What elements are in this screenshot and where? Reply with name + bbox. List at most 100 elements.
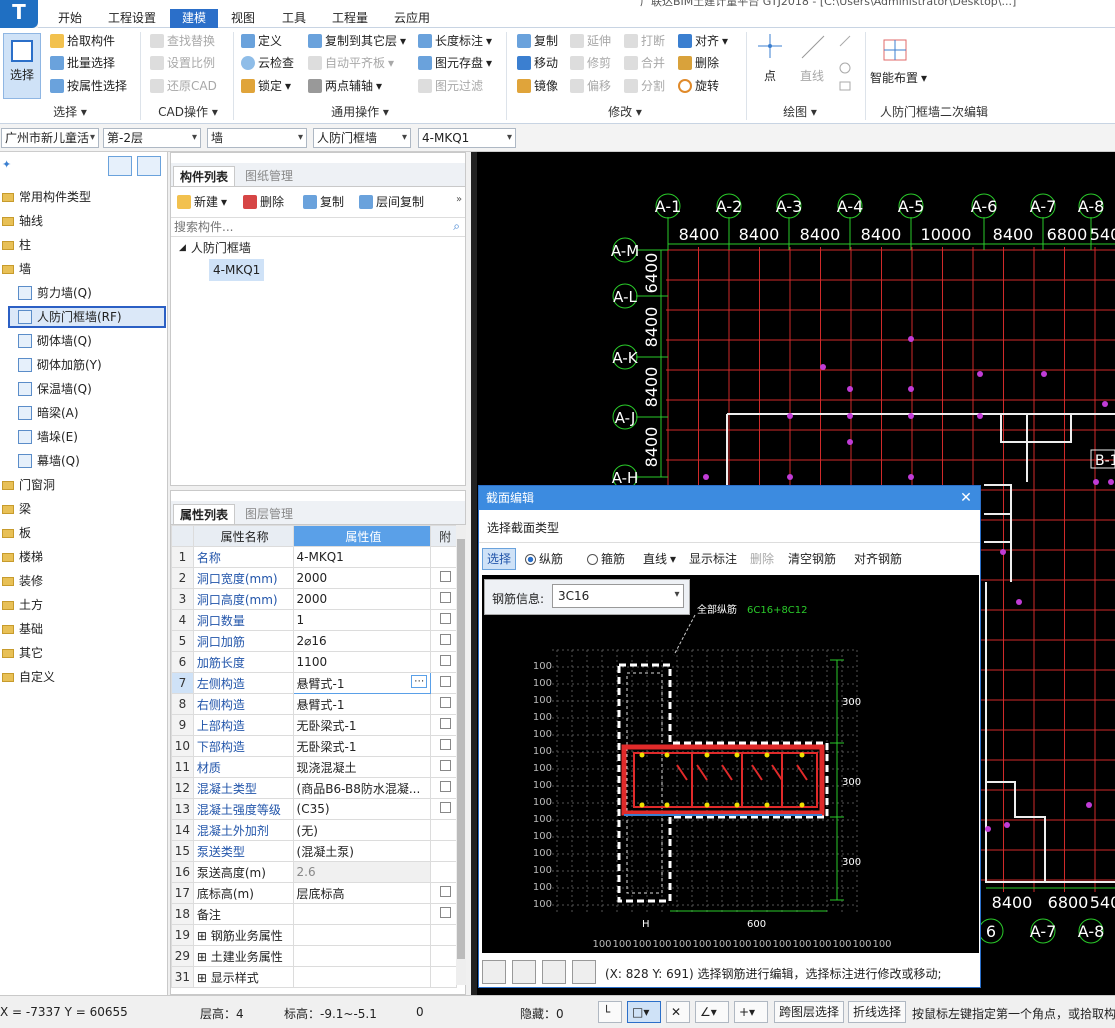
radio-longitudinal[interactable]: 纵筋: [525, 549, 563, 569]
clear-rebar-button[interactable]: 清空钢筋: [788, 549, 836, 569]
tree-item[interactable]: 自定义: [2, 666, 55, 688]
table-row[interactable]: 4 洞口数量 1: [171, 609, 457, 631]
tab-component-list[interactable]: 构件列表: [173, 166, 236, 186]
copy-comp-button[interactable]: 复制: [303, 192, 344, 212]
property-value[interactable]: (C35): [292, 798, 432, 820]
section-type-label[interactable]: 选择截面类型: [487, 519, 559, 536]
polyline-select-button[interactable]: 折线选择: [848, 1001, 907, 1023]
restore-cad-button[interactable]: 还原CAD: [150, 76, 217, 96]
auto-flush-button[interactable]: 自动平齐板 ▾: [308, 53, 394, 73]
attach-checkbox[interactable]: [430, 714, 457, 736]
table-row[interactable]: 13 混凝土强度等级 (C35): [171, 798, 457, 820]
tab-drawing-mgmt[interactable]: 图纸管理: [239, 166, 299, 186]
tree-expand-icon[interactable]: ✦: [2, 158, 11, 171]
table-row[interactable]: 6 加筋长度 1100: [171, 651, 457, 673]
break-button[interactable]: 打断: [624, 31, 665, 51]
tree-node-4-mkq1[interactable]: 4-MKQ1: [209, 259, 265, 281]
attach-checkbox[interactable]: [430, 777, 457, 799]
add-point-icon[interactable]: [572, 960, 596, 984]
tree-item[interactable]: 板: [2, 522, 31, 544]
property-value[interactable]: [292, 945, 432, 967]
tab-modeling[interactable]: 建模: [170, 9, 219, 28]
mirror-button[interactable]: 镜像: [517, 76, 558, 96]
tab-layer-mgmt[interactable]: 图层管理: [239, 504, 299, 524]
floor-copy-button[interactable]: 层间复制: [359, 192, 424, 212]
tab-view[interactable]: 视图: [231, 10, 255, 28]
align-rebar-button[interactable]: 对齐钢筋: [854, 549, 902, 569]
show-dimension-button[interactable]: 显示标注: [689, 549, 737, 569]
attach-checkbox[interactable]: [430, 903, 457, 925]
pick-component-button[interactable]: 拾取构件: [50, 31, 115, 51]
tree-item[interactable]: 梁: [2, 498, 31, 520]
select-tool-button[interactable]: 选择: [482, 548, 517, 570]
table-row[interactable]: 5 洞口加筋 2⌀16: [171, 630, 457, 652]
group-select-label[interactable]: 选择 ▾: [40, 103, 100, 121]
angle-toggle[interactable]: ∠▾: [695, 1001, 729, 1023]
tree-item[interactable]: 保温墙(Q): [18, 378, 92, 400]
table-row[interactable]: 12 混凝土类型 (商品B6-B8防水混凝...: [171, 777, 457, 799]
property-value[interactable]: 1100: [292, 651, 432, 673]
draw-extra-icons[interactable]: [838, 34, 852, 94]
table-row[interactable]: 31 ⊞ 显示样式: [171, 966, 457, 988]
define-button[interactable]: 定义: [241, 31, 282, 51]
attach-checkbox[interactable]: [430, 966, 457, 988]
table-row[interactable]: 11 材质 现浇混凝土: [171, 756, 457, 778]
tree-item[interactable]: 基础: [2, 618, 43, 640]
tab-project-settings[interactable]: 工程设置: [108, 10, 156, 28]
table-row[interactable]: 18 备注: [171, 903, 457, 925]
align-button[interactable]: 对齐 ▾: [678, 31, 728, 51]
attach-checkbox[interactable]: [430, 819, 457, 841]
property-value[interactable]: 无卧梁式-1: [292, 735, 432, 757]
attach-checkbox[interactable]: [430, 924, 457, 946]
save-elements-button[interactable]: 图元存盘 ▾: [418, 53, 492, 73]
attach-checkbox[interactable]: [430, 945, 457, 967]
find-replace-button[interactable]: 查找替换: [150, 31, 215, 51]
table-row[interactable]: 7 左侧构造 悬臂式-1 ⋯: [171, 672, 457, 694]
expand-icon[interactable]: ⊞: [197, 929, 211, 943]
app-logo[interactable]: T: [0, 0, 38, 28]
property-value[interactable]: [292, 924, 432, 946]
batch-select-button[interactable]: 批量选择: [50, 53, 115, 73]
attach-checkbox[interactable]: [430, 630, 457, 652]
smart-layout-icon[interactable]: [880, 36, 910, 64]
group-modify-label[interactable]: 修改 ▾: [595, 103, 655, 121]
table-row[interactable]: 3 洞口高度(mm) 2000: [171, 588, 457, 610]
type-select[interactable]: 墙: [207, 128, 307, 148]
property-value[interactable]: 悬臂式-1 ⋯: [292, 672, 432, 694]
tree-item[interactable]: 剪力墙(Q): [18, 282, 92, 304]
tree-item[interactable]: 墙垛(E): [18, 426, 78, 448]
expand-icon[interactable]: ⊞: [197, 971, 211, 985]
tree-item[interactable]: 土方: [2, 594, 43, 616]
attach-checkbox[interactable]: [430, 756, 457, 778]
merge-button[interactable]: 合并: [624, 53, 665, 73]
table-row[interactable]: 17 底标高(m) 层底标高: [171, 882, 457, 904]
property-value[interactable]: (无): [292, 819, 432, 841]
table-row[interactable]: 19 ⊞ 钢筋业务属性: [171, 924, 457, 946]
tab-tools[interactable]: 工具: [282, 10, 306, 28]
detail-view-icon[interactable]: [137, 156, 161, 176]
attach-checkbox[interactable]: [430, 861, 457, 883]
attach-checkbox[interactable]: [430, 798, 457, 820]
offset-button[interactable]: 偏移: [570, 76, 611, 96]
search-icon[interactable]: ⌕: [453, 219, 460, 234]
tab-property-list[interactable]: 属性列表: [173, 504, 236, 524]
tree-item[interactable]: 墙: [2, 258, 31, 280]
tree-item[interactable]: 砌体加筋(Y): [18, 354, 102, 376]
table-row[interactable]: 15 泵送类型 (混凝土泵): [171, 840, 457, 862]
extend-button[interactable]: 延伸: [570, 31, 611, 51]
cross-layer-select-button[interactable]: 跨图层选择: [774, 1001, 845, 1023]
property-value[interactable]: 2000: [292, 588, 432, 610]
subtype-select[interactable]: 人防门框墙: [313, 128, 411, 148]
close-icon[interactable]: ✕: [958, 486, 974, 510]
new-button[interactable]: 新建 ▾: [177, 192, 227, 212]
property-value[interactable]: 2.6: [292, 861, 432, 883]
property-value[interactable]: 现浇混凝土: [292, 756, 432, 778]
tree-item[interactable]: 常用构件类型: [2, 186, 91, 208]
tree-item[interactable]: 柱: [2, 234, 31, 256]
attach-checkbox[interactable]: [430, 567, 457, 589]
expand-icon[interactable]: ⊞: [197, 950, 211, 964]
list-view-icon[interactable]: [108, 156, 132, 176]
ellipsis-icon[interactable]: ⋯: [411, 674, 428, 688]
set-scale-button[interactable]: 设置比例: [150, 53, 215, 73]
table-row[interactable]: 1 名称 4-MKQ1: [171, 546, 457, 568]
